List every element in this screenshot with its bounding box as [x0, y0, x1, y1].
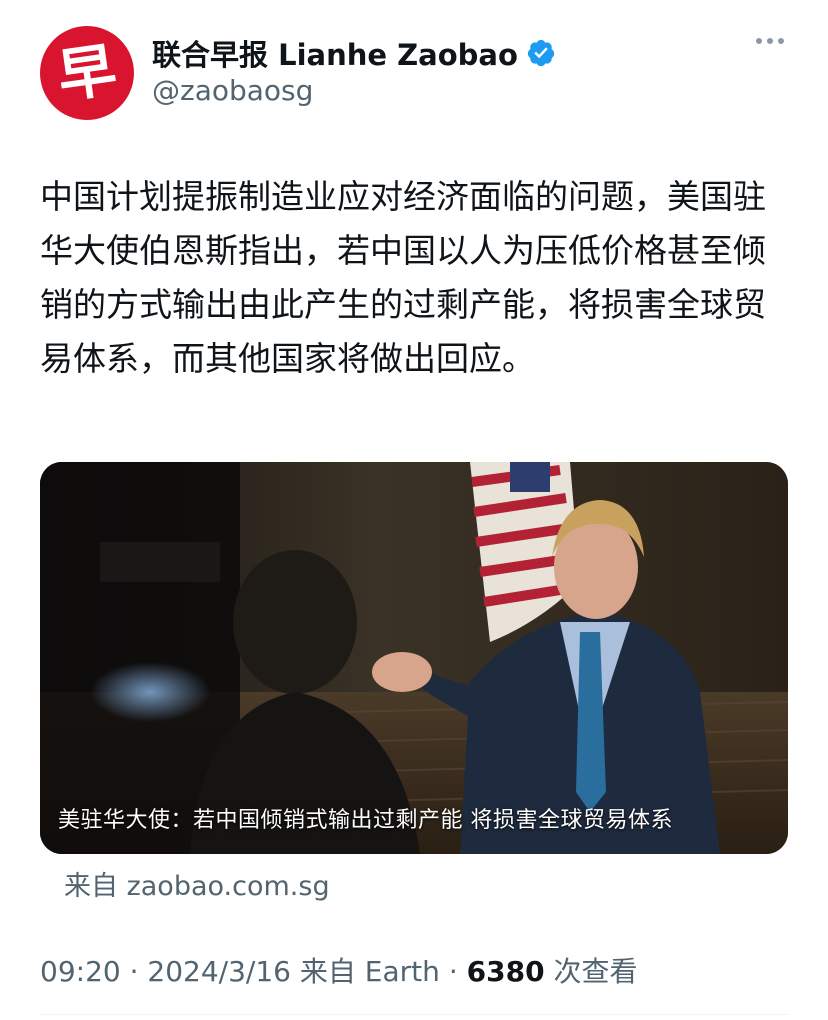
media-photo	[40, 462, 788, 854]
media-caption: 美驻华大使：若中国倾销式输出过剩产能 将损害全球贸易体系	[58, 808, 673, 833]
display-name[interactable]: 联合早报 Lianhe Zaobao	[152, 32, 518, 74]
media-card[interactable]: 美驻华大使：若中国倾销式输出过剩产能 将损害全球贸易体系	[40, 462, 788, 854]
views-label: 次查看	[553, 955, 638, 988]
tweet-meta: 09:20 · 2024/3/16 来自 Earth · 6380 次查看	[40, 950, 637, 990]
views-count: 6380	[466, 955, 545, 988]
tweet-client: 来自 Earth	[299, 955, 440, 988]
tweet-time[interactable]: 09:20	[40, 955, 121, 988]
avatar-logo-glyph: 早	[53, 35, 121, 111]
author-name-row: 联合早报 Lianhe Zaobao	[152, 32, 556, 74]
more-horizontal-icon[interactable]	[756, 38, 784, 44]
meta-separator: ·	[129, 955, 139, 988]
divider	[40, 1014, 788, 1015]
author-handle[interactable]: @zaobaosg	[152, 74, 313, 107]
source-link[interactable]: 来自 zaobao.com.sg	[64, 864, 330, 903]
tweet-text: 中国计划提振制造业应对经济面临的问题，美国驻华大使伯恩斯指出，若中国以人为压低价…	[40, 177, 766, 378]
verified-badge-icon	[527, 39, 555, 67]
avatar[interactable]: 早	[40, 26, 134, 120]
tweet-date[interactable]: 2024/3/16	[147, 955, 291, 988]
meta-separator: ·	[448, 955, 458, 988]
